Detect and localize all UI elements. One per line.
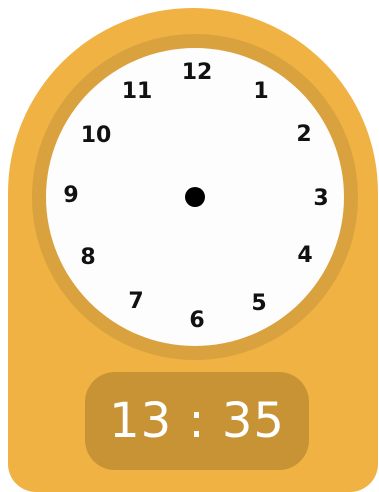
digital-time-panel: 13 : 35 <box>85 372 309 470</box>
numeral-5: 5 <box>251 291 267 316</box>
numeral-3: 3 <box>313 186 329 211</box>
numeral-1: 1 <box>253 79 269 104</box>
numeral-12: 12 <box>181 60 213 85</box>
clock-center-dot <box>185 187 205 207</box>
numeral-6: 6 <box>189 308 205 333</box>
numeral-8: 8 <box>80 245 96 270</box>
numeral-11: 11 <box>121 79 153 104</box>
numeral-7: 7 <box>128 289 144 314</box>
numeral-4: 4 <box>297 243 313 268</box>
numeral-2: 2 <box>296 122 312 147</box>
numeral-9: 9 <box>63 183 79 208</box>
numeral-10: 10 <box>80 123 112 148</box>
digital-time-readout: 13 : 35 <box>109 393 285 449</box>
